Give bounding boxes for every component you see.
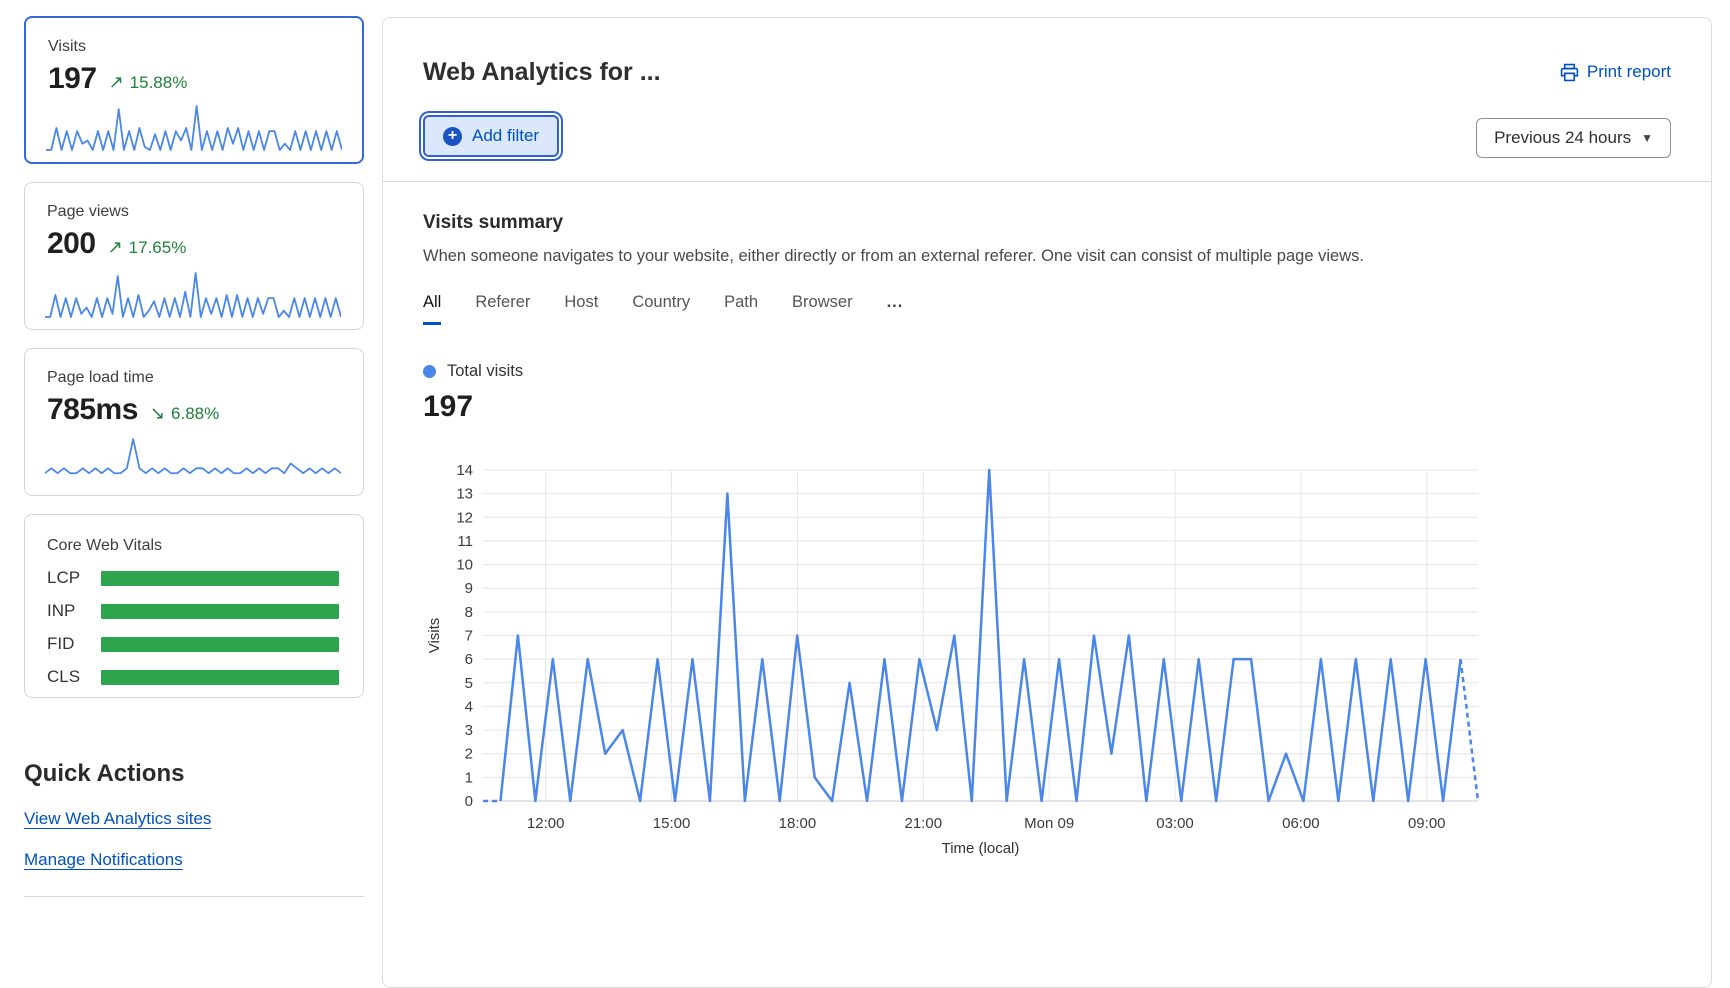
vital-label: LCP <box>47 568 101 588</box>
total-visits-legend-dot <box>423 365 436 378</box>
plus-circle-icon: + <box>443 127 462 146</box>
svg-text:21:00: 21:00 <box>905 815 943 832</box>
vital-row-cls: CLS <box>47 667 339 687</box>
vital-bar-good <box>101 604 339 619</box>
page-views-sparkline <box>45 267 341 319</box>
visits-sparkline <box>46 100 342 152</box>
core-web-vitals-card: Core Web Vitals LCP INP FID CLS <box>24 514 364 698</box>
vital-label: INP <box>47 601 101 621</box>
page-load-trend-percent: 6.88% <box>171 404 219 424</box>
svg-text:18:00: 18:00 <box>779 815 817 832</box>
page-views-trend-percent: 17.65% <box>129 238 187 258</box>
total-visits-legend-label: Total visits <box>447 362 523 381</box>
time-range-label: Previous 24 hours <box>1494 128 1631 148</box>
page-views-card[interactable]: Page views 200 ↗ 17.65% <box>24 182 364 330</box>
summary-tabs: All Referer Host Country Path Browser ..… <box>423 293 1671 325</box>
view-web-analytics-sites-link[interactable]: View Web Analytics sites <box>24 809 211 829</box>
chevron-down-icon: ▼ <box>1641 131 1653 145</box>
page-load-time-card-value: 785ms <box>47 393 138 427</box>
svg-text:15:00: 15:00 <box>653 815 691 832</box>
page-views-card-value: 200 <box>47 227 96 261</box>
svg-text:1: 1 <box>465 769 473 786</box>
print-report-button[interactable]: Print report <box>1560 62 1671 82</box>
vital-label: CLS <box>47 667 101 687</box>
analytics-main-panel: Web Analytics for ... Print report + Add… <box>382 17 1712 988</box>
add-filter-button[interactable]: + Add filter <box>423 115 559 157</box>
visits-card-value: 197 <box>48 62 97 96</box>
quick-actions-title: Quick Actions <box>24 760 364 788</box>
panel-header: Web Analytics for ... Print report + Add… <box>383 18 1711 182</box>
svg-text:2: 2 <box>465 746 473 763</box>
tab-overflow-more[interactable]: ... <box>887 293 904 325</box>
visits-summary-description: When someone navigates to your website, … <box>423 247 1671 266</box>
visits-summary-section: Visits summary When someone navigates to… <box>383 182 1711 865</box>
trend-down-icon: ↘ <box>150 403 165 424</box>
vital-bar-good <box>101 670 339 685</box>
visits-chart-container: 0123456789101112131412:0015:0018:0021:00… <box>423 460 1671 865</box>
print-report-label: Print report <box>1587 62 1671 82</box>
tab-path[interactable]: Path <box>724 293 758 325</box>
svg-text:7: 7 <box>465 628 473 645</box>
printer-icon <box>1560 63 1579 82</box>
visits-card-title: Visits <box>48 38 340 56</box>
svg-text:12: 12 <box>456 509 473 526</box>
svg-text:06:00: 06:00 <box>1282 815 1320 832</box>
svg-text:9: 9 <box>465 580 473 597</box>
visits-chart: 0123456789101112131412:0015:0018:0021:00… <box>423 460 1498 860</box>
tab-all[interactable]: All <box>423 293 441 325</box>
svg-text:0: 0 <box>465 793 473 810</box>
sidebar-divider <box>24 896 364 897</box>
tab-country[interactable]: Country <box>632 293 690 325</box>
vital-row-lcp: LCP <box>47 568 339 588</box>
tab-referer[interactable]: Referer <box>475 293 530 325</box>
svg-text:5: 5 <box>465 675 473 692</box>
vital-row-fid: FID <box>47 634 339 654</box>
svg-text:13: 13 <box>456 486 473 503</box>
page-views-card-title: Page views <box>47 203 341 221</box>
visits-card[interactable]: Visits 197 ↗ 15.88% <box>24 16 364 164</box>
visits-summary-title: Visits summary <box>423 212 1671 234</box>
web-analytics-page: Visits 197 ↗ 15.88% Page views 200 ↗ 17.… <box>0 0 1730 988</box>
svg-text:10: 10 <box>456 557 473 574</box>
svg-text:8: 8 <box>465 604 473 621</box>
svg-text:Mon 09: Mon 09 <box>1024 815 1074 832</box>
page-load-time-card-title: Page load time <box>47 369 341 387</box>
quick-actions-section: Quick Actions View Web Analytics sites M… <box>24 760 364 897</box>
vital-label: FID <box>47 634 101 654</box>
page-load-time-sparkline <box>45 433 341 485</box>
svg-text:03:00: 03:00 <box>1156 815 1194 832</box>
trend-up-icon: ↗ <box>108 237 123 258</box>
svg-text:Time (local): Time (local) <box>942 840 1020 857</box>
tab-browser[interactable]: Browser <box>792 293 853 325</box>
chart-legend: Total visits <box>423 362 1671 381</box>
svg-text:3: 3 <box>465 722 473 739</box>
vital-bar-good <box>101 571 339 586</box>
vital-bar-good <box>101 637 339 652</box>
svg-text:6: 6 <box>465 651 473 668</box>
page-title: Web Analytics for ... <box>423 58 1671 87</box>
svg-text:11: 11 <box>457 533 473 550</box>
visits-trend-percent: 15.88% <box>130 73 188 93</box>
manage-notifications-link[interactable]: Manage Notifications <box>24 850 183 870</box>
svg-text:4: 4 <box>465 698 473 715</box>
add-filter-label: Add filter <box>472 126 539 146</box>
time-range-dropdown[interactable]: Previous 24 hours ▼ <box>1476 118 1671 158</box>
svg-text:09:00: 09:00 <box>1408 815 1446 832</box>
total-visits-value: 197 <box>423 390 1671 424</box>
tab-host[interactable]: Host <box>564 293 598 325</box>
svg-text:Visits: Visits <box>426 618 443 654</box>
metrics-sidebar: Visits 197 ↗ 15.88% Page views 200 ↗ 17.… <box>24 16 364 897</box>
trend-up-icon: ↗ <box>109 72 124 93</box>
page-load-time-card[interactable]: Page load time 785ms ↘ 6.88% <box>24 348 364 496</box>
core-web-vitals-title: Core Web Vitals <box>47 537 339 555</box>
svg-text:12:00: 12:00 <box>527 815 565 832</box>
svg-text:14: 14 <box>456 462 473 479</box>
vital-row-inp: INP <box>47 601 339 621</box>
